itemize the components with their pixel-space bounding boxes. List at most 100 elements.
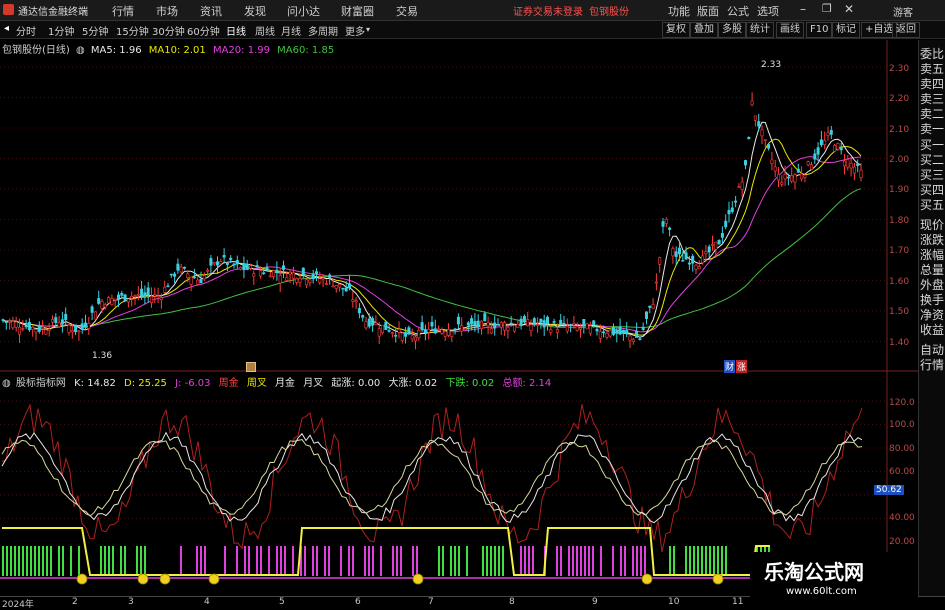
price-tick: 1.90 bbox=[889, 185, 910, 195]
month-gold-label: 月金 bbox=[275, 378, 296, 389]
side-item-earnings[interactable]: 收益 bbox=[920, 323, 944, 338]
candle-body bbox=[638, 338, 642, 340]
limit-up-badge[interactable]: 涨 bbox=[736, 360, 748, 373]
green-bar bbox=[30, 546, 32, 576]
magenta-bar bbox=[396, 546, 398, 576]
side-item-buy3[interactable]: 买三 bbox=[920, 168, 944, 183]
candle-body bbox=[11, 321, 15, 329]
green-bar bbox=[42, 546, 44, 576]
candle-body bbox=[212, 262, 216, 265]
candle-body bbox=[618, 326, 622, 335]
candle-body bbox=[404, 332, 408, 337]
candle-body bbox=[674, 251, 678, 257]
candle-body bbox=[123, 294, 127, 301]
side-item-change-pct[interactable]: 涨幅 bbox=[920, 248, 944, 263]
side-item-buy1[interactable]: 买一 bbox=[920, 138, 944, 153]
green-bar bbox=[498, 546, 500, 576]
side-item-sell4[interactable]: 卖四 bbox=[920, 77, 944, 92]
candle-body bbox=[776, 173, 780, 181]
candle-body bbox=[107, 297, 111, 304]
candle-body bbox=[763, 139, 767, 141]
green-bar bbox=[26, 546, 28, 576]
side-item-outer[interactable]: 外盘 bbox=[920, 278, 944, 293]
side-item-price[interactable]: 现价 bbox=[920, 218, 944, 233]
magenta-bar bbox=[636, 546, 638, 576]
magenta-bar bbox=[524, 546, 526, 576]
magenta-bar bbox=[412, 546, 414, 576]
event-marker-icon[interactable] bbox=[246, 362, 256, 372]
candle-body bbox=[691, 255, 695, 264]
side-item-volume[interactable]: 总量 bbox=[920, 263, 944, 278]
magenta-bar bbox=[180, 546, 182, 576]
candle-body bbox=[839, 147, 843, 151]
candle-body bbox=[361, 315, 365, 318]
candle-body bbox=[84, 322, 88, 328]
candle-body bbox=[374, 322, 378, 325]
side-item-sell5[interactable]: 卖五 bbox=[920, 62, 944, 77]
price-tick: 1.50 bbox=[889, 307, 910, 317]
candle-body bbox=[796, 168, 800, 173]
date-tick: 11 bbox=[732, 597, 744, 607]
indicator-tick: 100.0 bbox=[889, 420, 915, 430]
green-bar bbox=[442, 546, 444, 576]
candle-body bbox=[93, 311, 97, 320]
side-item-quotes[interactable]: 行情 bbox=[920, 358, 944, 373]
settings-icon[interactable]: ◍ bbox=[2, 378, 11, 389]
magenta-bar bbox=[248, 546, 250, 576]
candle-body bbox=[423, 329, 427, 334]
candle-body bbox=[631, 339, 635, 343]
magenta-bar bbox=[196, 546, 198, 576]
candle-body bbox=[67, 324, 71, 333]
settings-icon[interactable]: ◍ bbox=[76, 45, 85, 56]
candle-body bbox=[150, 295, 154, 304]
side-item-weibi[interactable]: 委比 bbox=[920, 47, 944, 62]
candle-body bbox=[41, 326, 45, 329]
magenta-bar bbox=[368, 546, 370, 576]
candle-body bbox=[506, 327, 510, 331]
magenta-bar bbox=[364, 546, 366, 576]
candle-body bbox=[258, 270, 262, 277]
magenta-bar bbox=[284, 546, 286, 576]
smiley-icon bbox=[76, 573, 88, 585]
candle-body bbox=[272, 270, 276, 278]
side-item-sell1[interactable]: 卖一 bbox=[920, 122, 944, 137]
side-item-sell3[interactable]: 卖三 bbox=[920, 92, 944, 107]
candle-body bbox=[437, 328, 441, 331]
candle-body bbox=[21, 328, 25, 330]
candle-body bbox=[770, 159, 774, 164]
ma5-legend: MA5: 1.96 bbox=[90, 45, 142, 56]
green-bar bbox=[124, 546, 126, 576]
candle-body bbox=[611, 327, 615, 335]
magenta-bar bbox=[528, 546, 530, 576]
candle-body bbox=[130, 296, 134, 299]
candle-body bbox=[216, 261, 220, 266]
side-item-sell2[interactable]: 卖二 bbox=[920, 107, 944, 122]
candle-body bbox=[314, 271, 318, 275]
candle-body bbox=[173, 273, 177, 277]
side-item-buy5[interactable]: 买五 bbox=[920, 198, 944, 213]
candle-body bbox=[87, 322, 91, 329]
magenta-bar bbox=[644, 546, 646, 576]
kline-chart[interactable] bbox=[0, 0, 945, 609]
magenta-bar bbox=[348, 546, 350, 576]
side-item-auto[interactable]: 自动 bbox=[920, 343, 944, 358]
candle-body bbox=[74, 324, 78, 333]
magenta-bar bbox=[280, 546, 282, 576]
candle-body bbox=[103, 304, 107, 308]
finance-badge[interactable]: 财 bbox=[724, 360, 736, 373]
candle-body bbox=[592, 320, 596, 326]
side-item-turnover[interactable]: 换手 bbox=[920, 293, 944, 308]
candle-body bbox=[677, 247, 681, 255]
green-bar bbox=[104, 546, 106, 576]
candle-body bbox=[724, 220, 728, 228]
side-item-buy2[interactable]: 买二 bbox=[920, 153, 944, 168]
side-item-change[interactable]: 涨跌 bbox=[920, 233, 944, 248]
side-item-net-asset[interactable]: 净资 bbox=[920, 308, 944, 323]
date-tick: 2024年 bbox=[2, 600, 34, 610]
candle-body bbox=[324, 283, 328, 285]
candle-body bbox=[222, 255, 226, 258]
candle-body bbox=[852, 166, 856, 174]
d-value: D: 25.25 bbox=[124, 378, 167, 389]
candle-body bbox=[364, 321, 368, 329]
side-item-buy4[interactable]: 买四 bbox=[920, 183, 944, 198]
